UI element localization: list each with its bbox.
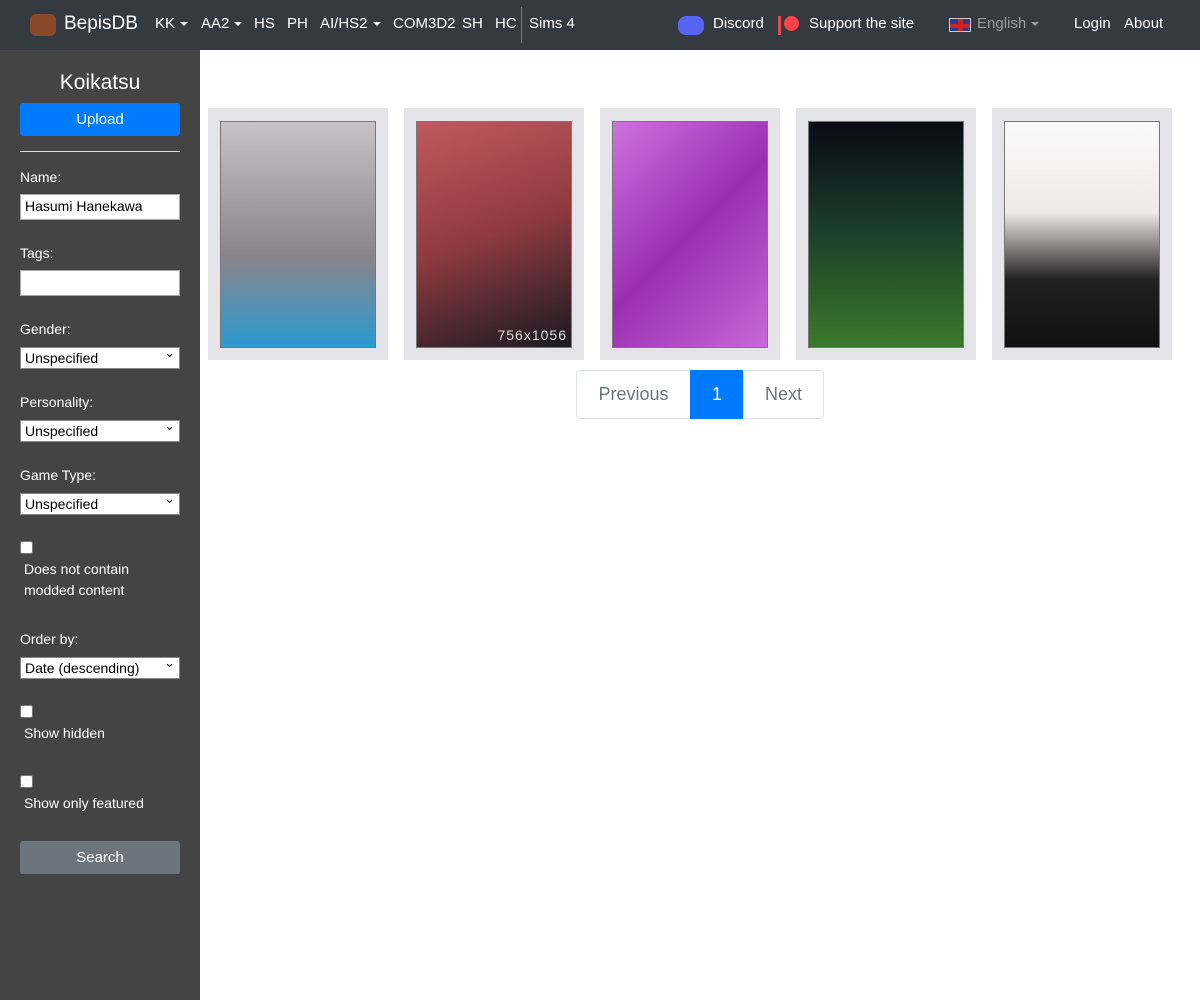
divider xyxy=(20,151,180,152)
login-link[interactable]: Login xyxy=(1074,15,1111,32)
navbar: BepisDB KK AA2 HS PH AI/HS2 COM3D2 SH HC… xyxy=(0,0,1200,50)
discord-icon xyxy=(678,16,704,35)
card-2[interactable]: 756x1056 xyxy=(404,108,584,360)
game-type-select[interactable]: Unspecified xyxy=(20,491,180,515)
game-type-label: Game Type: xyxy=(20,467,97,483)
nav-kk[interactable]: KK xyxy=(155,15,189,32)
no-mods-checkbox[interactable] xyxy=(20,541,33,554)
order-label: Order by: xyxy=(20,631,79,647)
gender-label: Gender: xyxy=(20,321,71,337)
card-image[interactable]: 756x1056 xyxy=(416,121,572,348)
brand-logo-icon[interactable] xyxy=(30,14,56,36)
gender-select[interactable]: Unspecified xyxy=(20,345,180,369)
support-link[interactable]: Support the site xyxy=(809,15,914,32)
discord-link[interactable]: Discord xyxy=(713,15,764,32)
nav-aihs2[interactable]: AI/HS2 xyxy=(320,15,381,32)
nav-hc[interactable]: HC xyxy=(495,15,517,32)
show-hidden-checkbox[interactable] xyxy=(20,705,33,718)
personality-select[interactable]: Unspecified xyxy=(20,418,180,442)
featured-label: Show only featured xyxy=(24,795,144,811)
card-image[interactable] xyxy=(220,121,376,348)
sidebar-title: Koikatsu xyxy=(59,71,141,94)
page-1-button[interactable]: 1 xyxy=(690,370,744,419)
card-4[interactable] xyxy=(796,108,976,360)
tags-label: Tags: xyxy=(20,245,54,261)
no-mods-label: Does not contain modded content xyxy=(24,561,130,598)
language-dropdown[interactable]: English xyxy=(977,15,1040,32)
nav-ph[interactable]: PH xyxy=(287,15,308,32)
uk-flag-icon xyxy=(949,18,971,32)
previous-page-button[interactable]: Previous xyxy=(576,370,691,419)
name-input[interactable]: Hasumi Hanekawa xyxy=(20,194,180,220)
personality-label: Personality: xyxy=(20,394,94,410)
order-select[interactable]: Date (descending) xyxy=(20,655,180,679)
tags-input[interactable] xyxy=(20,270,180,296)
card-image[interactable] xyxy=(808,121,964,348)
card-image[interactable] xyxy=(612,121,768,348)
card-image[interactable] xyxy=(1004,121,1160,348)
nav-divider xyxy=(521,7,522,43)
card-5[interactable] xyxy=(992,108,1172,360)
brand-link[interactable]: BepisDB xyxy=(64,13,138,35)
nav-hs[interactable]: HS xyxy=(254,15,275,32)
search-button[interactable]: Search xyxy=(20,841,180,874)
nav-sims4[interactable]: Sims 4 xyxy=(529,15,575,32)
nav-com3d2[interactable]: COM3D2 xyxy=(393,15,456,32)
featured-checkbox[interactable] xyxy=(20,775,33,788)
nav-aa2[interactable]: AA2 xyxy=(201,15,243,32)
sidebar: Koikatsu Upload Name: Hasumi Hanekawa Ta… xyxy=(0,50,200,1000)
nav-sh[interactable]: SH xyxy=(462,15,483,32)
image-size-overlay: 756x1056 xyxy=(497,327,567,343)
patreon-icon xyxy=(778,16,800,35)
about-link[interactable]: About xyxy=(1124,15,1163,32)
show-hidden-label: Show hidden xyxy=(24,725,105,741)
next-page-button[interactable]: Next xyxy=(743,370,824,419)
card-3[interactable] xyxy=(600,108,780,360)
card-1[interactable] xyxy=(208,108,388,360)
upload-button[interactable]: Upload xyxy=(20,103,180,136)
name-label: Name: xyxy=(20,169,62,185)
